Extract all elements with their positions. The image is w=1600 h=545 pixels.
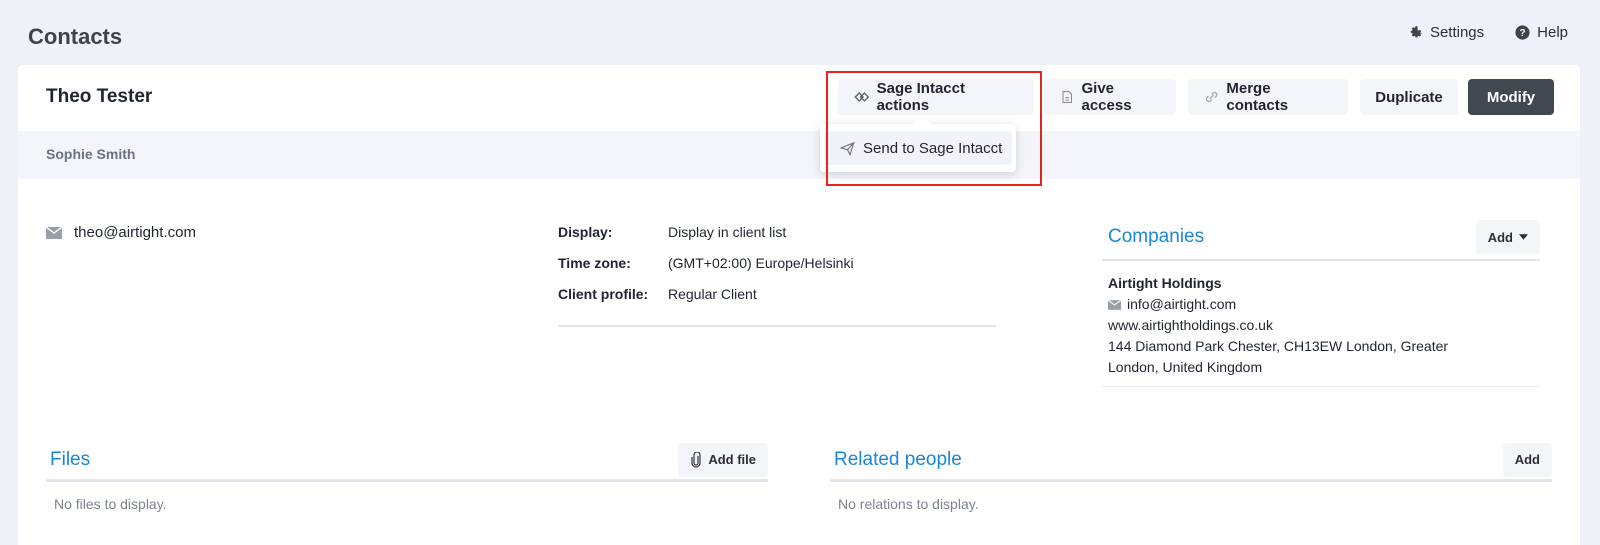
add-relation-button[interactable]: Add: [1502, 442, 1552, 477]
detail-value: Regular Client: [668, 286, 757, 302]
company-website[interactable]: www.airtightholdings.co.uk: [1108, 315, 1534, 336]
merge-link-icon: [1205, 91, 1218, 103]
help-link[interactable]: ? Help: [1514, 24, 1568, 41]
owner-bar: Sophie Smith: [18, 131, 1580, 179]
companies-section: Companies Add Airtight Holdings info@air…: [1102, 215, 1540, 387]
related-header: Related people Add: [830, 440, 1552, 482]
duplicate-button[interactable]: Duplicate: [1360, 79, 1458, 115]
owner-name: Sophie Smith: [46, 146, 136, 162]
contact-email-row: theo@airtight.com: [46, 224, 196, 241]
settings-link[interactable]: Settings: [1407, 24, 1484, 41]
company-address-line-1: 144 Diamond Park Chester, CH13EW London,…: [1108, 338, 1449, 354]
company-email-row: info@airtight.com: [1108, 294, 1534, 315]
help-icon: ?: [1515, 25, 1530, 40]
companies-title: Companies: [1108, 226, 1205, 247]
related-empty-text: No relations to display.: [838, 496, 979, 512]
sage-logo-icon: [854, 92, 870, 102]
give-access-label: Give access: [1081, 80, 1132, 114]
add-relation-label: Add: [1514, 452, 1540, 467]
gear-icon: [1410, 26, 1423, 38]
page-title: Contacts: [28, 24, 123, 49]
access-doc-icon: [1062, 91, 1073, 103]
company-email[interactable]: info@airtight.com: [1127, 294, 1236, 315]
detail-row-display: Display: Display in client list: [558, 224, 996, 255]
related-people-section: Related people Add No relations to displ…: [830, 440, 1552, 512]
duplicate-label: Duplicate: [1375, 88, 1443, 106]
files-header: Files Add file: [46, 440, 768, 482]
svg-text:?: ?: [1520, 28, 1526, 39]
modify-label: Modify: [1486, 88, 1536, 106]
envelope-icon: [46, 226, 62, 239]
company-card: Airtight Holdings info@airtight.com www.…: [1102, 261, 1540, 387]
files-section: Files Add file No files to display.: [46, 440, 768, 512]
detail-value: Display in client list: [668, 224, 787, 240]
add-company-label: Add: [1487, 229, 1513, 245]
merge-contacts-button[interactable]: Merge contacts: [1188, 79, 1348, 115]
detail-key: Display:: [558, 224, 613, 240]
detail-key: Time zone:: [558, 255, 631, 271]
detail-key: Client profile:: [558, 286, 649, 302]
add-company-button[interactable]: Add: [1475, 220, 1540, 254]
settings-label: Settings: [1429, 24, 1485, 41]
company-address-line-2: London, United Kingdom: [1108, 359, 1263, 375]
sage-actions-label: Sage Intacct actions: [876, 80, 965, 114]
envelope-icon: [1108, 299, 1121, 310]
give-access-button[interactable]: Give access: [1044, 79, 1176, 115]
modify-button[interactable]: Modify: [1468, 79, 1554, 115]
help-label: Help: [1537, 24, 1568, 41]
company-name[interactable]: Airtight Holdings: [1108, 273, 1534, 294]
contact-details: Display: Display in client list Time zon…: [558, 224, 996, 327]
merge-contacts-label: Merge contacts: [1226, 80, 1289, 114]
sage-intacct-actions-button[interactable]: Sage Intacct actions: [838, 79, 1034, 115]
caret-down-icon: [1519, 234, 1528, 240]
detail-row-client-profile: Client profile: Regular Client: [558, 286, 996, 317]
related-title: Related people: [834, 448, 962, 470]
detail-row-timezone: Time zone: (GMT+02:00) Europe/Helsinki: [558, 255, 996, 286]
contact-name: Theo Tester: [46, 86, 153, 107]
sage-actions-dropdown: Send to Sage Intacct: [820, 115, 1016, 172]
send-to-sage-label: Send to Sage Intacct: [863, 139, 1003, 157]
files-title: Files: [50, 448, 91, 470]
detail-value: (GMT+02:00) Europe/Helsinki: [668, 255, 854, 271]
paperclip-icon: [691, 451, 701, 468]
add-file-button[interactable]: Add file: [678, 442, 768, 477]
add-file-label: Add file: [708, 452, 756, 467]
send-to-sage-intacct-item[interactable]: Send to Sage Intacct: [824, 131, 1012, 165]
card-header: Theo Tester Sage Intacct actions Give ac…: [18, 65, 1580, 131]
companies-header: Companies Add: [1102, 215, 1540, 261]
contact-email[interactable]: theo@airtight.com: [74, 224, 196, 241]
top-links: Settings ? Help: [1407, 24, 1568, 41]
files-empty-text: No files to display.: [54, 496, 167, 512]
send-paper-plane-icon: [840, 141, 855, 156]
